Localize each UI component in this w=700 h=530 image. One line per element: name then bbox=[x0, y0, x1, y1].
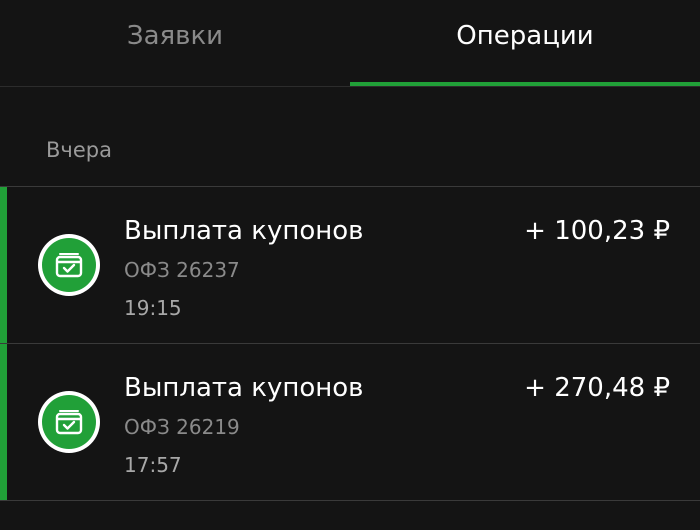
tab-requests[interactable]: Заявки bbox=[0, 0, 350, 86]
operation-amount: + 100,23 ₽ bbox=[524, 216, 670, 246]
operation-row[interactable]: Выплата купонов ОФЗ 26237 19:15 + 100,23… bbox=[0, 186, 700, 343]
operations-screen: Заявки Операции Вчера Выплата купонов ОФ… bbox=[0, 0, 700, 530]
operation-title: Выплата купонов bbox=[124, 373, 364, 403]
section-date-header: Вчера bbox=[46, 138, 112, 162]
operations-list: Выплата купонов ОФЗ 26237 19:15 + 100,23… bbox=[0, 186, 700, 501]
tabs-divider bbox=[0, 86, 700, 87]
operation-row[interactable]: Выплата купонов ОФЗ 26219 17:57 + 270,48… bbox=[0, 343, 700, 501]
operation-bond-name: ОФЗ 26219 bbox=[124, 415, 240, 439]
operation-accent-bar bbox=[0, 187, 7, 343]
wallet-check-icon bbox=[38, 391, 100, 453]
wallet-check-icon bbox=[38, 234, 100, 296]
operation-amount: + 270,48 ₽ bbox=[524, 373, 670, 403]
operation-title: Выплата купонов bbox=[124, 216, 364, 246]
tab-operations[interactable]: Операции bbox=[350, 0, 700, 86]
operation-time: 17:57 bbox=[124, 453, 182, 477]
tab-bar: Заявки Операции bbox=[0, 0, 700, 86]
tab-operations-label: Операции bbox=[456, 21, 594, 51]
tab-requests-label: Заявки bbox=[126, 21, 224, 51]
operation-accent-bar bbox=[0, 344, 7, 500]
operation-bond-name: ОФЗ 26237 bbox=[124, 258, 240, 282]
operation-time: 19:15 bbox=[124, 296, 182, 320]
